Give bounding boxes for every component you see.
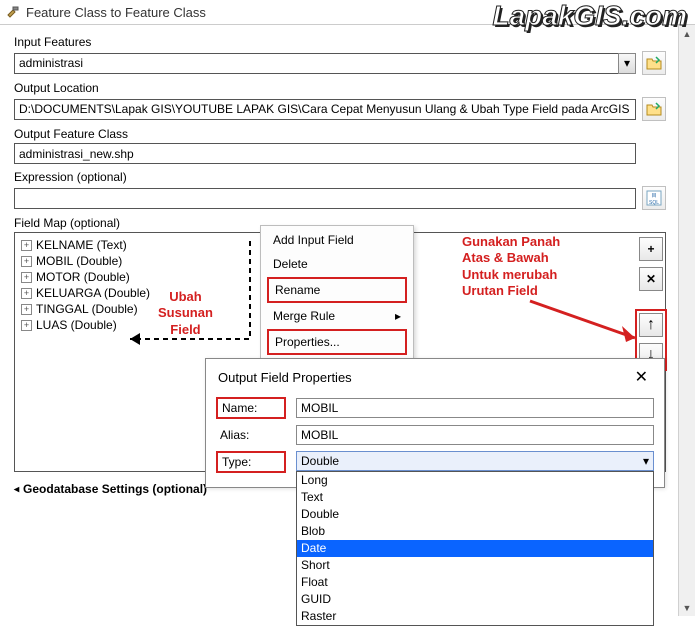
context-delete[interactable]: Delete [261, 252, 413, 276]
close-dialog-button[interactable]: ✕ [631, 367, 652, 387]
type-option[interactable]: Float [297, 574, 653, 591]
expand-icon[interactable]: + [21, 304, 32, 315]
input-features-label: Input Features [14, 35, 666, 49]
output-location-label: Output Location [14, 81, 666, 95]
fieldmap-remove-button[interactable]: ✕ [639, 267, 663, 291]
type-label: Type: [216, 451, 286, 473]
expression-field[interactable] [14, 188, 636, 209]
hammer-icon [6, 5, 20, 19]
input-features-dropdown-button[interactable]: ▾ [618, 53, 636, 74]
plus-icon: + [647, 242, 654, 256]
expression-label: Expression (optional) [14, 170, 666, 184]
geodatabase-settings-label: Geodatabase Settings (optional) [23, 482, 207, 496]
open-folder-icon [646, 102, 662, 116]
type-select-value: Double [301, 454, 339, 468]
name-label: Name: [216, 397, 286, 419]
fieldmap-move-up-button[interactable]: ↑ [639, 313, 663, 337]
expand-icon[interactable]: + [21, 256, 32, 267]
fieldmap-item-label: KELUARGA (Double) [36, 285, 150, 301]
chevron-down-icon: ▾ [11, 486, 22, 491]
sql-icon: 目SQL [646, 190, 662, 206]
annotation-left: UbahSusunanField [158, 289, 213, 338]
context-add-input-field[interactable]: Add Input Field [261, 228, 413, 252]
expand-icon[interactable]: + [21, 320, 32, 331]
expand-icon[interactable]: + [21, 288, 32, 299]
type-option[interactable]: Blob [297, 523, 653, 540]
menu-label: Merge Rule [273, 309, 335, 323]
fieldmap-item-label: TINGGAL (Double) [36, 301, 138, 317]
context-merge-rule[interactable]: Merge Rule ▸ [261, 304, 413, 328]
svg-text:目: 目 [651, 193, 656, 199]
type-option[interactable]: Date [297, 540, 653, 557]
scroll-down-icon[interactable]: ▼ [679, 599, 695, 616]
alias-field[interactable] [296, 425, 654, 445]
chevron-down-icon: ▾ [624, 56, 630, 70]
menu-label: Properties... [275, 335, 340, 349]
menu-label: Delete [273, 257, 308, 271]
context-rename[interactable]: Rename [267, 277, 407, 303]
input-features-field[interactable] [14, 53, 619, 74]
menu-label: Rename [275, 283, 320, 297]
type-option[interactable]: Double [297, 506, 653, 523]
type-select[interactable]: Double ▾ [296, 451, 654, 471]
browse-input-features-button[interactable] [642, 51, 666, 75]
sql-builder-button[interactable]: 目SQL [642, 186, 666, 210]
fieldmap-item-label: MOTOR (Double) [36, 269, 130, 285]
output-field-properties-dialog: Output Field Properties ✕ Name: Alias: T… [205, 358, 665, 488]
window-title: Feature Class to Feature Class [26, 5, 206, 20]
type-option[interactable]: Text [297, 489, 653, 506]
name-field[interactable] [296, 398, 654, 418]
type-option[interactable]: GUID [297, 591, 653, 608]
fieldmap-item-label: MOBIL (Double) [36, 253, 122, 269]
fieldmap-add-button[interactable]: + [639, 237, 663, 261]
fieldmap-item-label: LUAS (Double) [36, 317, 117, 333]
expand-icon[interactable]: + [21, 240, 32, 251]
type-option[interactable]: Short [297, 557, 653, 574]
fieldmap-context-menu: Add Input Field Delete Rename Merge Rule… [260, 225, 414, 359]
expand-icon[interactable]: + [21, 272, 32, 283]
menu-label: Add Input Field [273, 233, 354, 247]
dialog-title: Output Field Properties [218, 370, 352, 385]
x-icon: ✕ [646, 272, 656, 286]
output-feature-class-label: Output Feature Class [14, 127, 666, 141]
type-option[interactable]: Long [297, 472, 653, 489]
vertical-scrollbar[interactable]: ▲ ▼ [678, 25, 695, 616]
fieldmap-item-label: KELNAME (Text) [36, 237, 127, 253]
chevron-right-icon: ▸ [395, 309, 401, 323]
type-dropdown-list[interactable]: LongTextDoubleBlobDateShortFloatGUIDRast… [296, 471, 654, 626]
annotation-right: Gunakan PanahAtas & BawahUntuk merubahUr… [462, 234, 560, 299]
context-properties[interactable]: Properties... [267, 329, 407, 355]
arrow-up-icon: ↑ [647, 316, 655, 334]
titlebar: Feature Class to Feature Class [0, 0, 695, 25]
type-option[interactable]: Raster [297, 608, 653, 625]
svg-text:SQL: SQL [649, 200, 659, 206]
chevron-down-icon: ▾ [643, 454, 649, 468]
browse-output-location-button[interactable] [642, 97, 666, 121]
open-folder-icon [646, 56, 662, 70]
output-feature-class-field[interactable] [14, 143, 636, 164]
scroll-up-icon[interactable]: ▲ [679, 25, 695, 42]
output-location-field[interactable] [14, 99, 636, 120]
alias-label: Alias: [216, 426, 286, 444]
